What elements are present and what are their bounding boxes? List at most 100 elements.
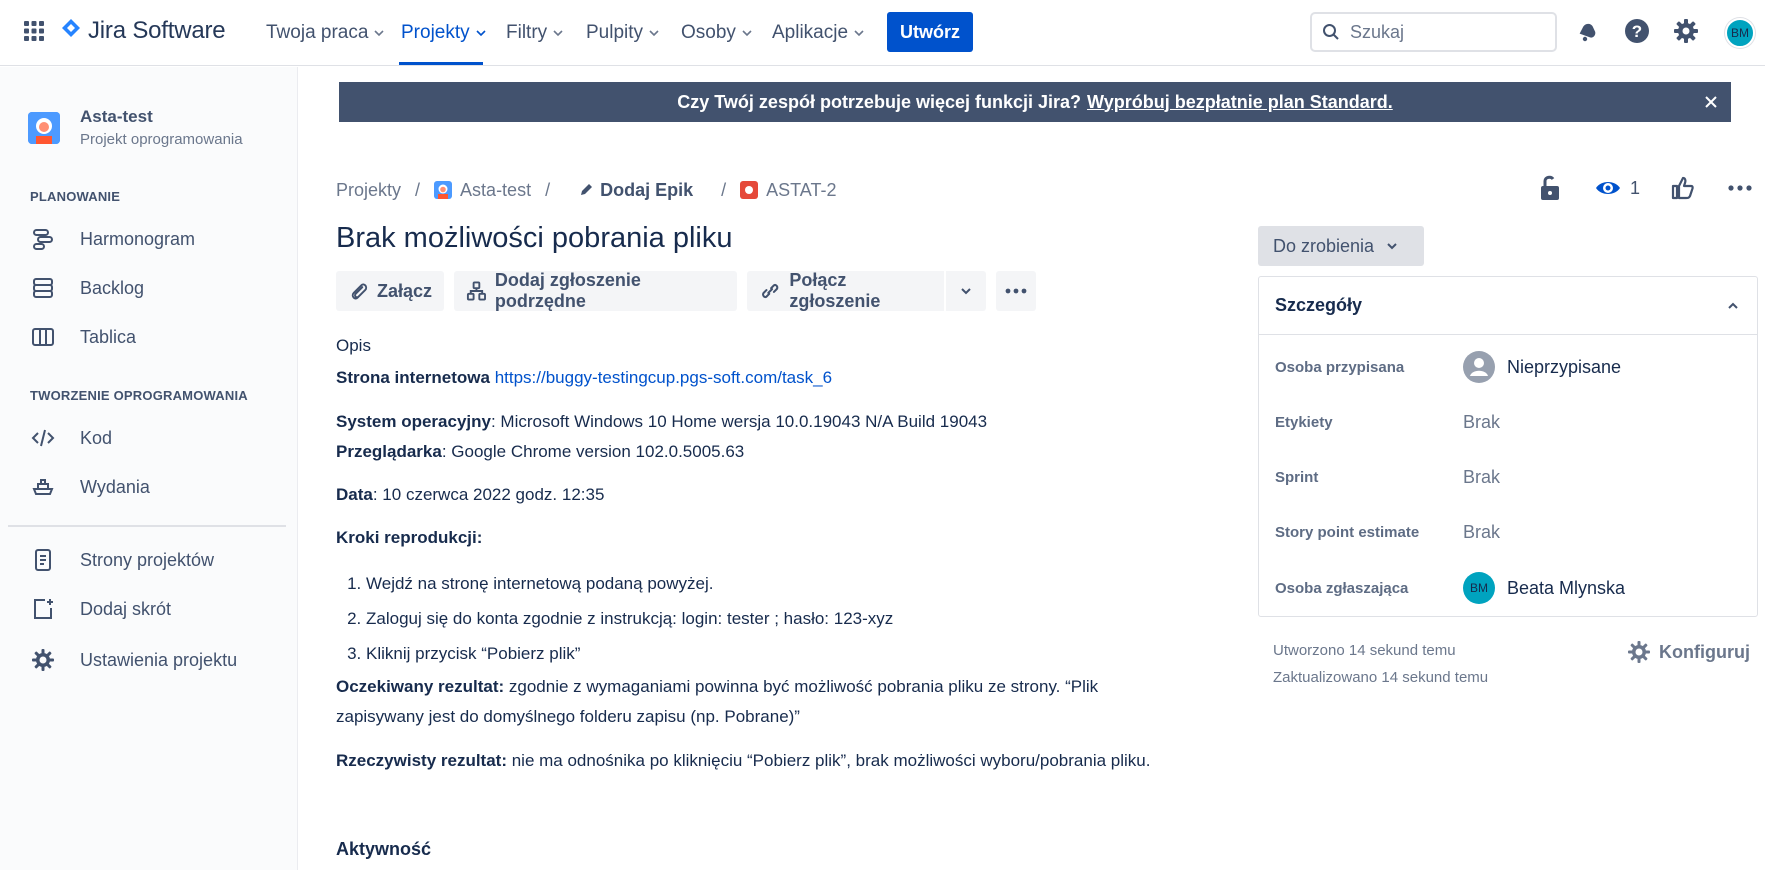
notifications-icon[interactable] (1573, 17, 1601, 45)
sidebar-item-releases[interactable]: Wydania (30, 472, 150, 502)
breadcrumb-add-epic[interactable]: Dodaj Epik (578, 180, 693, 201)
details-header[interactable]: Szczegóły (1259, 277, 1757, 335)
labels-value[interactable]: Brak (1463, 412, 1500, 433)
more-actions-icon[interactable] (1726, 174, 1754, 202)
add-child-label: Dodaj zgłoszenie podrzędne (494, 270, 641, 311)
status-dropdown[interactable]: Do zrobienia (1258, 226, 1424, 266)
nav-label: Filtry (506, 22, 548, 43)
updated-timestamp: Zaktualizowano 14 sekund temu (1273, 669, 1489, 686)
configure-button[interactable]: Konfiguruj (1627, 640, 1750, 664)
browser-line: Przeglądarka: Google Chrome version 102.… (336, 437, 1196, 467)
user-avatar[interactable]: BM (1725, 18, 1755, 48)
code-icon (30, 425, 56, 451)
breadcrumb-separator: / (415, 179, 421, 200)
assignee-value[interactable]: Nieprzypisane (1463, 351, 1621, 383)
vote-thumbs-up-icon[interactable] (1670, 174, 1696, 202)
breadcrumb-project[interactable]: Asta-test (460, 180, 531, 201)
website-label: Strona internetowa (336, 368, 490, 387)
development-heading: TWORZENIE OPROGRAMOWANIA (30, 388, 248, 403)
sidebar-item-project-pages[interactable]: Strony projektów (30, 545, 214, 575)
sidebar-item-roadmap[interactable]: Harmonogram (30, 224, 195, 254)
link-issue-dropdown[interactable] (946, 271, 986, 311)
more-icon (1005, 288, 1027, 294)
website-line: Strona internetowa https://buggy-testing… (336, 363, 1196, 393)
add-child-issue-button[interactable]: Dodaj zgłoszenie podrzędne (454, 270, 737, 311)
chevron-down-icon (742, 30, 752, 37)
attach-button[interactable]: Załącz (336, 271, 444, 311)
nav-projects[interactable]: Projekty (401, 20, 488, 46)
chevron-down-icon (374, 30, 385, 37)
help-icon[interactable]: ? (1623, 17, 1651, 45)
pencil-icon (581, 184, 593, 195)
banner-link[interactable]: Wypróbuj bezpłatnie plan Standard. (1087, 92, 1393, 113)
chevron-down-icon (1387, 243, 1397, 250)
banner-text: Czy Twój zespół potrzebuje więcej funkcj… (677, 91, 1082, 112)
settings-gear-icon[interactable] (1672, 17, 1700, 45)
search-input[interactable]: Szukaj (1310, 12, 1557, 52)
backlog-icon (30, 275, 56, 301)
assignee-field: Osoba przypisana Nieprzypisane (1275, 349, 1621, 385)
breadcrumb-separator: / (721, 179, 727, 200)
reporter-value[interactable]: BM Beata Mlynska (1463, 572, 1625, 604)
sprint-field: Sprint Brak (1275, 459, 1500, 495)
attach-label: Załącz (376, 280, 432, 301)
nav-label: Aplikacje (772, 22, 849, 43)
issue-title[interactable]: Brak możliwości pobrania pliku (336, 222, 733, 255)
project-avatar-icon (434, 181, 453, 199)
sidebar-item-board[interactable]: Tablica (30, 322, 136, 352)
jira-logo-icon (62, 19, 80, 37)
project-avatar-icon (28, 111, 60, 144)
board-icon (30, 324, 56, 350)
chevron-down-icon (854, 30, 864, 37)
status-label: Do zrobienia (1273, 235, 1375, 256)
website-link[interactable]: https://buggy-testingcup.pgs-soft.com/ta… (495, 368, 832, 387)
nav-apps[interactable]: Aplikacje (772, 20, 866, 46)
sprint-value[interactable]: Brak (1463, 467, 1500, 488)
app-switcher-icon[interactable] (22, 19, 46, 43)
sidebar-item-label: Backlog (80, 277, 145, 298)
project-header[interactable]: Asta-test Projekt oprogramowania (28, 107, 243, 148)
chevron-down-icon (961, 288, 971, 295)
browser-value: : Google Chrome version 102.0.5005.63 (441, 442, 745, 461)
close-icon[interactable] (1701, 92, 1721, 112)
list-item: Wejdź na stronę internetową podaną powyż… (366, 566, 1196, 601)
nav-filters[interactable]: Filtry (506, 20, 565, 46)
sidebar-item-label: Tablica (80, 326, 137, 347)
link-icon (762, 283, 779, 299)
browser-label: Przeglądarka (336, 442, 442, 461)
sprint-label: Sprint (1275, 468, 1319, 486)
breadcrumb-projects[interactable]: Projekty (336, 180, 401, 201)
nav-dashboards[interactable]: Pulpity (586, 20, 661, 46)
bug-icon (740, 181, 759, 199)
sidebar-item-backlog[interactable]: Backlog (30, 273, 144, 303)
nav-your-work[interactable]: Twoja praca (266, 20, 386, 46)
reporter-avatar: BM (1463, 572, 1495, 604)
date-label: Data (336, 485, 373, 504)
create-button[interactable]: Utwórz (887, 12, 973, 52)
hierarchy-icon (466, 281, 486, 301)
story-points-value[interactable]: Brak (1463, 522, 1500, 543)
reporter-field: Osoba zgłaszająca BM Beata Mlynska (1275, 570, 1625, 606)
link-issue-button[interactable]: Połącz zgłoszenie (747, 270, 944, 311)
sidebar-item-code[interactable]: Kod (30, 423, 112, 453)
more-issue-actions-button[interactable] (996, 271, 1036, 311)
date-line: Data: 10 czerwca 2022 godz. 12:35 (336, 480, 1196, 510)
watch-count: 1 (1630, 177, 1641, 198)
nav-people[interactable]: Osoby (681, 20, 754, 46)
sidebar-item-add-shortcut[interactable]: Dodaj skrót (30, 594, 171, 624)
restrictions-lock-icon[interactable] (1538, 174, 1562, 202)
planning-heading: PLANOWANIE (30, 189, 121, 204)
breadcrumb-issue-key[interactable]: ASTAT-2 (766, 180, 836, 201)
expected-label: Oczekiwany rezultat: (336, 677, 505, 696)
date-value: : 10 czerwca 2022 godz. 12:35 (372, 485, 605, 504)
sidebar-item-project-settings[interactable]: Ustawienia projektu (30, 645, 237, 675)
expected-result: Oczekiwany rezultat: zgodnie z wymagania… (336, 672, 1136, 732)
jira-logo[interactable]: Jira Software (60, 17, 226, 45)
search-icon (1323, 24, 1339, 40)
chevron-up-icon (1728, 302, 1738, 309)
list-item: Kliknij przycisk “Pobierz plik” (366, 636, 1196, 671)
steps-list: Wejdź na stronę internetową podaną powyż… (336, 566, 1196, 671)
project-name: Asta-test (80, 107, 153, 126)
watch-button[interactable]: 1 (1594, 174, 1640, 202)
pages-icon (30, 547, 56, 573)
